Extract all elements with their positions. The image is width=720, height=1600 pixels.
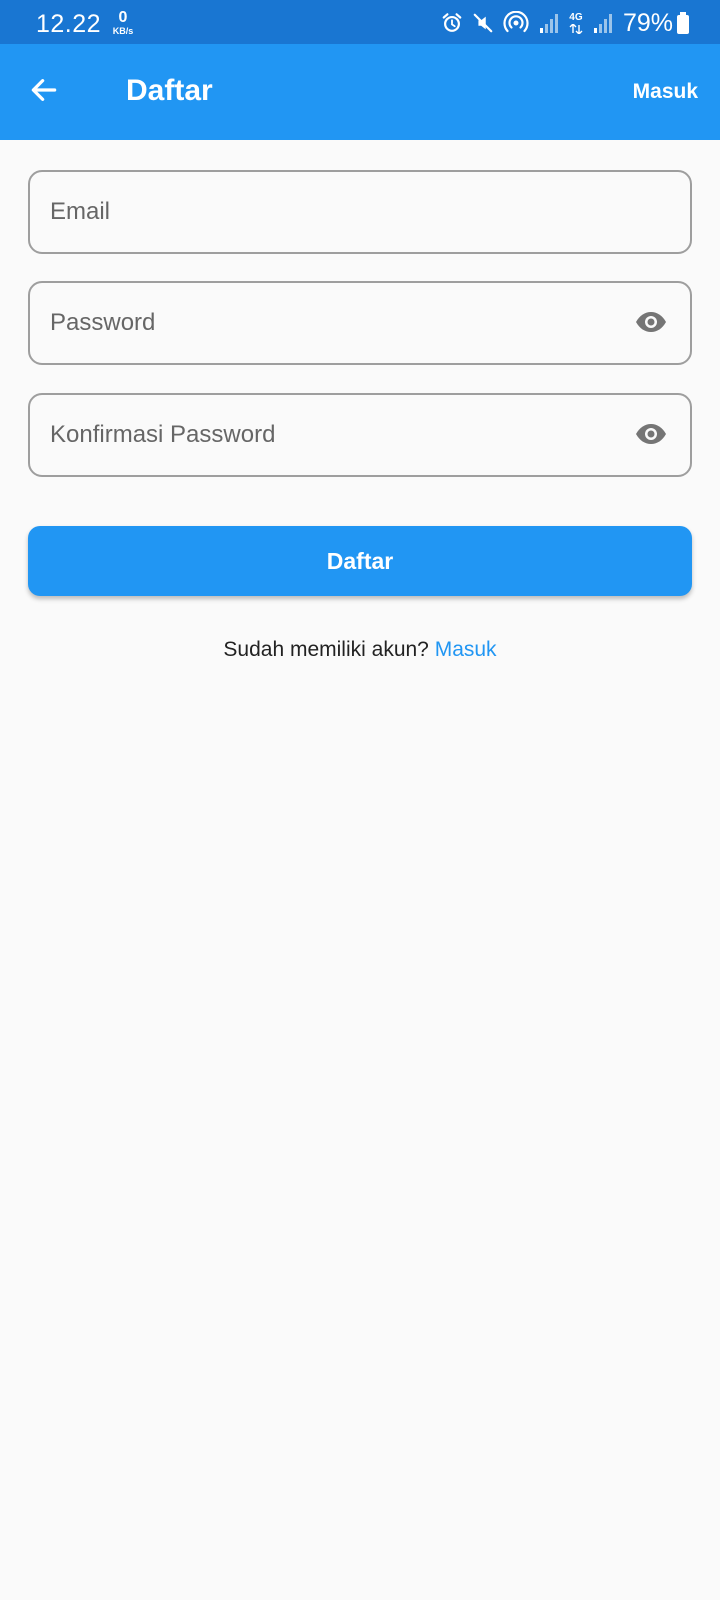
arrow-back-icon (28, 74, 60, 111)
toggle-password-visibility-button[interactable] (634, 307, 668, 341)
hotspot-icon (503, 11, 529, 35)
back-button[interactable] (20, 68, 68, 116)
password-input[interactable] (50, 283, 610, 363)
register-button[interactable]: Daftar (28, 526, 692, 596)
confirm-password-field (28, 393, 692, 477)
login-action-button[interactable]: Masuk (633, 80, 698, 104)
signal-icon (538, 12, 560, 34)
email-field (28, 170, 692, 254)
login-prompt-text: Sudah memiliki akun? (223, 638, 429, 661)
toggle-confirm-password-visibility-button[interactable] (634, 419, 668, 453)
eye-icon (635, 311, 667, 338)
mute-icon (472, 12, 494, 34)
network-speed: 0 KB/s (108, 10, 138, 36)
app-bar: Daftar Masuk (0, 44, 720, 140)
email-input[interactable] (50, 172, 610, 252)
status-bar: 12.22 0 KB/s 4G 79% (0, 0, 720, 44)
network-type-label: 4G (569, 11, 583, 23)
network-speed-unit: KB/s (112, 26, 134, 36)
eye-icon (635, 423, 667, 450)
signal-icon (592, 12, 614, 34)
login-prompt: Sudah memiliki akun? Masuk (0, 638, 720, 662)
page-title: Daftar (126, 74, 213, 107)
battery-icon (676, 11, 690, 35)
network-speed-value: 0 (118, 9, 128, 26)
status-time: 12.22 (36, 10, 102, 38)
password-field (28, 281, 692, 365)
battery-percent: 79% (622, 8, 673, 37)
confirm-password-input[interactable] (50, 395, 610, 475)
network-4g-icon: 4G (569, 11, 583, 34)
login-link[interactable]: Masuk (435, 638, 497, 661)
status-icons: 4G 79% (441, 9, 690, 37)
alarm-icon (441, 12, 463, 34)
